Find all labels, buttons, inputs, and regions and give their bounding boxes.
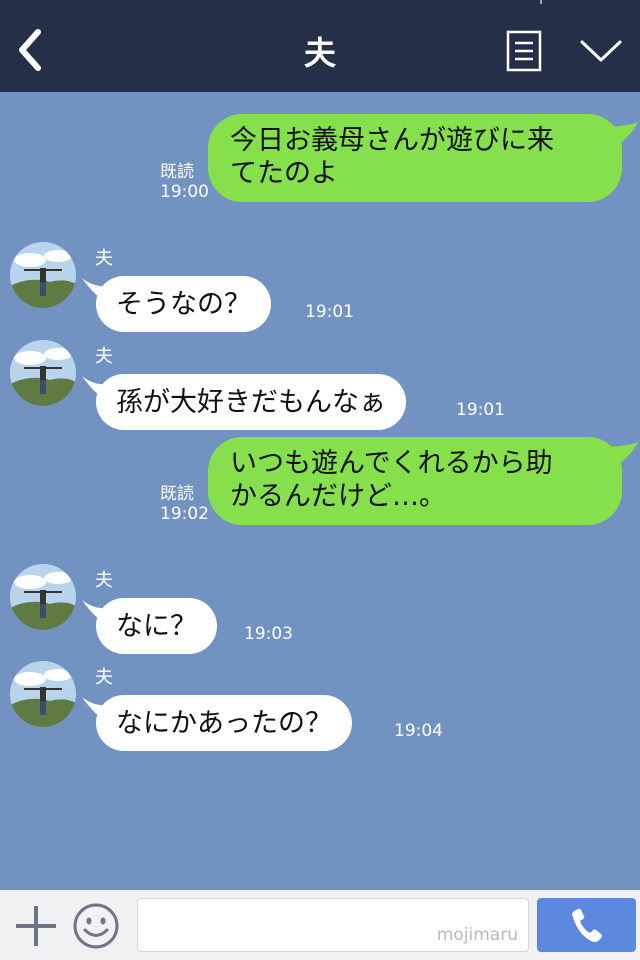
message-bubble[interactable]: 今日お義母さんが遊びに来 てたのよ [208,114,622,202]
menu-icon[interactable] [506,30,542,72]
plus-icon[interactable] [14,904,58,948]
avatar-image [10,661,76,727]
message-bubble[interactable]: いつも遊んでくれるから助 かるんだけど…。 [208,437,622,525]
sender-name: 夫 [95,667,113,688]
watermark-text: mojimaru [436,925,518,945]
avatar-image [10,340,76,406]
message-time: 19:01 [305,302,354,322]
status-mark [540,0,542,4]
message-text-line: いつも遊んでくれるから助 [230,448,553,479]
message-text-line: てたのよ [230,158,338,189]
message-time: 19:03 [244,624,293,644]
phone-icon [572,908,602,942]
message-text-line: かるんだけど…。 [230,481,446,512]
input-bar: mojimaru [0,890,640,960]
message-bubble[interactable]: 孫が大好きだもんなぁ [96,374,406,430]
avatar[interactable] [10,340,76,406]
chat-title: 夫 [303,34,336,72]
avatar-image [10,564,76,630]
sender-name: 夫 [95,346,113,367]
avatar-image [10,242,76,308]
avatar[interactable] [10,242,76,308]
message-time: 19:00 [160,182,209,202]
chat-header: 夫 [0,0,640,92]
avatar[interactable] [10,564,76,630]
sender-name: 夫 [95,248,113,269]
smiley-icon[interactable] [72,902,120,950]
chat-area[interactable]: 今日お義母さんが遊びに来 てたのよ 既読 19:00 夫 そうなの？ 19:01 [0,92,640,890]
message-time: 19:01 [456,400,505,420]
message-bubble[interactable]: なに？ [96,598,217,654]
message-time: 19:04 [394,721,443,741]
message-time: 19:02 [160,504,209,524]
read-receipt: 既読 [160,162,194,182]
avatar[interactable] [10,661,76,727]
message-text-line: 今日お義母さんが遊びに来 [230,125,554,156]
sender-name: 夫 [95,570,113,591]
chevron-down-icon[interactable] [578,36,624,66]
read-receipt: 既読 [160,484,194,504]
message-bubble[interactable]: なにかあったの？ [96,695,352,751]
message-bubble[interactable]: そうなの？ [96,276,271,332]
message-input[interactable]: mojimaru [137,898,529,952]
call-button[interactable] [537,898,636,952]
